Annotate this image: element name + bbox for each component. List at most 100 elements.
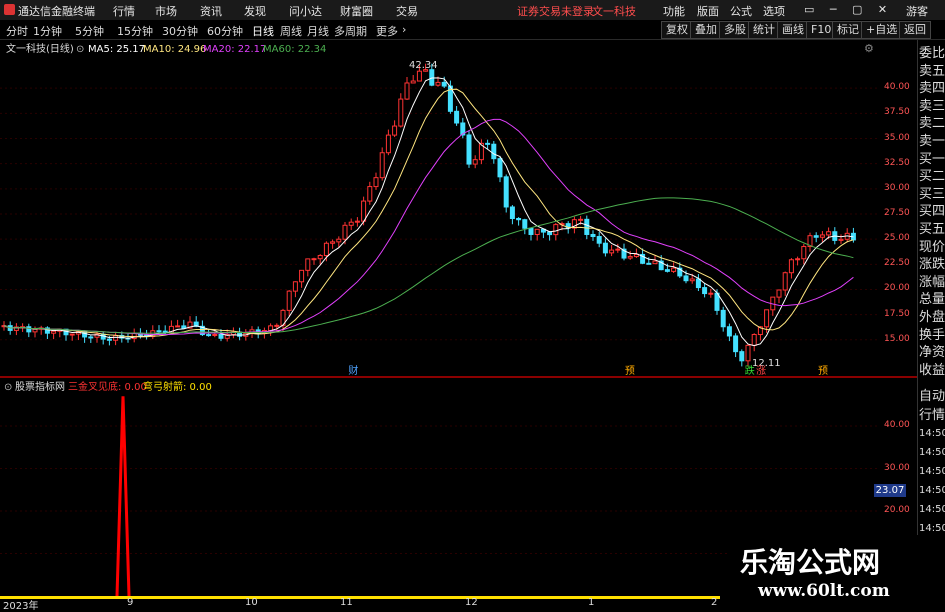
candle-body (702, 287, 708, 295)
tick-time: 14:50 (919, 485, 945, 496)
side-item[interactable]: 净资 (919, 341, 945, 360)
candle-body (342, 224, 348, 240)
side-item[interactable]: 收益 (919, 359, 945, 378)
period-more[interactable]: 更多 (376, 23, 398, 39)
candle-body (274, 324, 280, 327)
period-weekly[interactable]: 周线 (280, 23, 302, 39)
side-item[interactable]: 总量 (919, 288, 945, 307)
candle-body (299, 269, 305, 283)
menu-trade[interactable]: 交易 (396, 3, 418, 19)
stock-notice[interactable]: 文一科技 (592, 3, 636, 19)
menu-market[interactable]: 市场 (155, 3, 177, 19)
side-item[interactable]: 买二 (919, 165, 945, 184)
guest-label[interactable]: 游客 (906, 3, 928, 19)
candle-body (788, 259, 794, 274)
period-30min[interactable]: 30分钟 (162, 23, 198, 39)
candle-body (416, 70, 422, 82)
side-item[interactable]: 涨幅 (919, 271, 945, 290)
menu-quotes[interactable]: 行情 (113, 3, 135, 19)
side-item[interactable]: 委比 (919, 42, 945, 61)
price-tick: 20.00 (884, 283, 910, 294)
period-timeshare[interactable]: 分时 (6, 23, 28, 39)
period-5min[interactable]: 5分钟 (75, 23, 104, 39)
candle-body (441, 81, 447, 87)
candle-body (745, 344, 751, 362)
candle-body (392, 125, 398, 136)
side-item-secondary[interactable]: 自动 (919, 385, 945, 404)
window-controls-icon[interactable]: ▭ ─ ▢ ✕ (804, 3, 893, 16)
chevron-right-icon[interactable]: › (402, 23, 406, 36)
menu-options[interactable]: 选项 (763, 3, 785, 19)
side-item[interactable]: 现价 (919, 236, 945, 255)
candle-body (212, 333, 218, 336)
candle-body (726, 326, 732, 337)
indicator-tick: 30.00 (884, 462, 910, 473)
kline-chart[interactable]: 文一科技(日线) ⊙ MA5: 25.17 MA10: 24.96 MA20: … (0, 40, 880, 376)
side-item[interactable]: 买四 (919, 200, 945, 219)
period-monthly[interactable]: 月线 (307, 23, 329, 39)
menu-wealth[interactable]: 财富圈 (340, 3, 373, 19)
overlay-button[interactable]: 叠加 (690, 21, 722, 39)
add-watchlist-button[interactable]: +自选 (861, 21, 903, 39)
adjust-button[interactable]: 复权 (661, 21, 693, 39)
side-item[interactable]: 买三 (919, 183, 945, 202)
candle-body (596, 236, 602, 244)
price-tick: 17.50 (884, 308, 910, 319)
period-daily[interactable]: 日线 (252, 23, 274, 39)
back-button[interactable]: 返回 (899, 21, 931, 39)
login-notice[interactable]: 证券交易未登录 (517, 3, 594, 19)
candle-body (764, 309, 770, 328)
side-item[interactable]: 卖一 (919, 130, 945, 149)
period-toolbar: 分时 1分钟 5分钟 15分钟 30分钟 60分钟 日线 周线 月线 多周期 更… (0, 20, 945, 40)
ma20-line (3, 118, 854, 336)
side-item[interactable]: 卖三 (919, 95, 945, 114)
settings-icon[interactable]: ⊙ (76, 44, 84, 55)
price-tick: 22.50 (884, 258, 910, 269)
side-item[interactable]: 买一 (919, 148, 945, 167)
candle-body (534, 228, 540, 235)
draw-line-button[interactable]: 画线 (777, 21, 809, 39)
candle-body (485, 142, 491, 145)
event-tag: 预 (818, 365, 828, 376)
period-15min[interactable]: 15分钟 (117, 23, 153, 39)
menu-news[interactable]: 资讯 (200, 3, 222, 19)
candle-body (664, 269, 670, 272)
side-item[interactable]: 卖四 (919, 77, 945, 96)
side-item[interactable]: 买五 (919, 218, 945, 237)
side-item-secondary[interactable]: 行情 (919, 404, 945, 423)
candle-body (305, 258, 311, 271)
multi-stock-button[interactable]: 多股 (719, 21, 751, 39)
side-item[interactable]: 涨跌 (919, 253, 945, 272)
ma60-line (3, 197, 854, 334)
period-1min[interactable]: 1分钟 (33, 23, 62, 39)
menu-discover[interactable]: 发现 (244, 3, 266, 19)
stats-button[interactable]: 统计 (748, 21, 780, 39)
side-item[interactable]: 卖二 (919, 112, 945, 131)
event-tag: 涨 (756, 365, 766, 376)
candle-body (795, 258, 801, 261)
period-60min[interactable]: 60分钟 (207, 23, 243, 39)
side-item[interactable]: 卖五 (919, 60, 945, 79)
menu-ask[interactable]: 问小达 (289, 3, 322, 19)
event-tag: 预 (625, 365, 635, 376)
period-multi[interactable]: 多周期 (334, 23, 367, 39)
indicator-tick: 40.00 (884, 420, 910, 430)
side-item[interactable]: 换手 (919, 324, 945, 343)
candle-body (689, 278, 695, 282)
kline-candles (1, 63, 856, 367)
menu-layout[interactable]: 版面 (697, 3, 719, 19)
menu-formula[interactable]: 公式 (730, 3, 752, 19)
mark-button[interactable]: 标记 (832, 21, 864, 39)
pin-icon[interactable]: ⚙ (864, 42, 874, 55)
side-item[interactable]: 外盘 (919, 306, 945, 325)
menu-function[interactable]: 功能 (663, 3, 685, 19)
date-label-year: 2023年 (3, 601, 39, 612)
date-label-oct: 10 (245, 597, 258, 608)
date-label-sep: 9 (127, 597, 134, 608)
ma5-label: MA5: 25.17 (88, 44, 145, 55)
candle-body (584, 218, 590, 235)
candle-body (404, 82, 410, 100)
candle-body (782, 272, 788, 291)
indicator-line2: 弯弓射箭: 0.00 (143, 380, 212, 393)
indicator-settings-icon[interactable]: ⊙ (4, 382, 12, 393)
